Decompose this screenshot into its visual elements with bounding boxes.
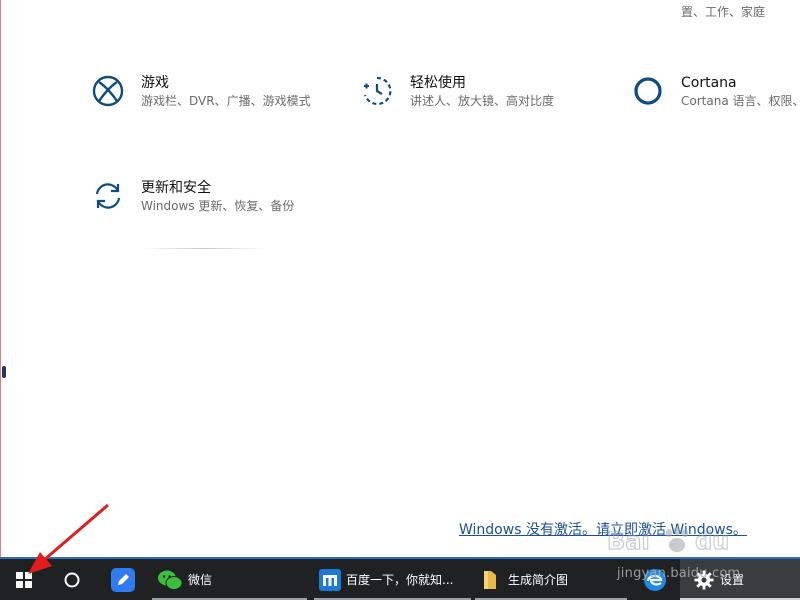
watermark-url: jingyan.baidu.com [617,566,741,581]
settings-tile-ease-of-access[interactable]: 轻松使用 讲述人、放大镜、高对比度 [360,74,554,110]
maxthon-browser-icon [319,568,341,591]
windows-logo-icon [16,571,32,588]
start-button[interactable] [0,559,48,600]
tile-description: 讲述人、放大镜、高对比度 [410,94,555,108]
tile-title: 更新和安全 [141,180,211,196]
tile-description: Cortana 语言、权限、 [681,94,800,108]
settings-tile-gaming[interactable]: 游戏 游戏栏、DVR、广播、游戏模式 [91,74,311,110]
taskbar-app-folder[interactable]: 生成简介图 [475,559,627,600]
window-edge-marker [2,366,6,378]
svg-text:Bai: Bai [607,527,650,555]
taskbar-item-label: 百度一下，你就知... [346,573,454,587]
cortana-circle-icon [64,572,80,587]
tile-description: Windows 更新、恢复、备份 [141,199,295,213]
wechat-icon [158,570,183,590]
xbox-icon [92,75,124,107]
cortana-search-button[interactable] [48,559,96,600]
ease-of-access-icon [363,76,392,106]
section-divider [141,248,265,249]
baidu-paw-logo: Bai du [606,526,729,555]
cortana-icon [634,77,662,105]
taskbar-item-label: 生成简介图 [508,573,569,587]
settings-tile-update-security[interactable]: 更新和安全 Windows 更新、恢复、备份 [91,179,294,215]
tile-desc-partial-3: 置、工作、家庭 [681,5,766,19]
settings-tile-cortana[interactable]: Cortana Cortana 语言、权限、 [631,74,800,110]
tile-title: 轻松使用 [410,75,466,91]
taskbar-app-browser[interactable]: 百度一下，你就知... [314,559,471,600]
folder-icon [484,570,496,589]
tile-description: 游戏栏、DVR、广播、游戏模式 [141,94,311,108]
update-sync-icon [95,183,121,209]
svg-text:du: du [695,527,729,555]
settings-window: 置、工作、家庭 游戏 游戏栏、DVR、广播、游戏模式 轻松使用 讲述人、放大镜、… [0,0,800,559]
taskbar-app-wechat[interactable]: 微信 [152,559,307,600]
taskbar-app-notes[interactable] [100,559,145,600]
edit-pen-icon [110,567,135,592]
taskbar-item-label: 微信 [188,573,213,587]
tile-title: Cortana [681,75,737,91]
tile-title: 游戏 [141,75,169,91]
